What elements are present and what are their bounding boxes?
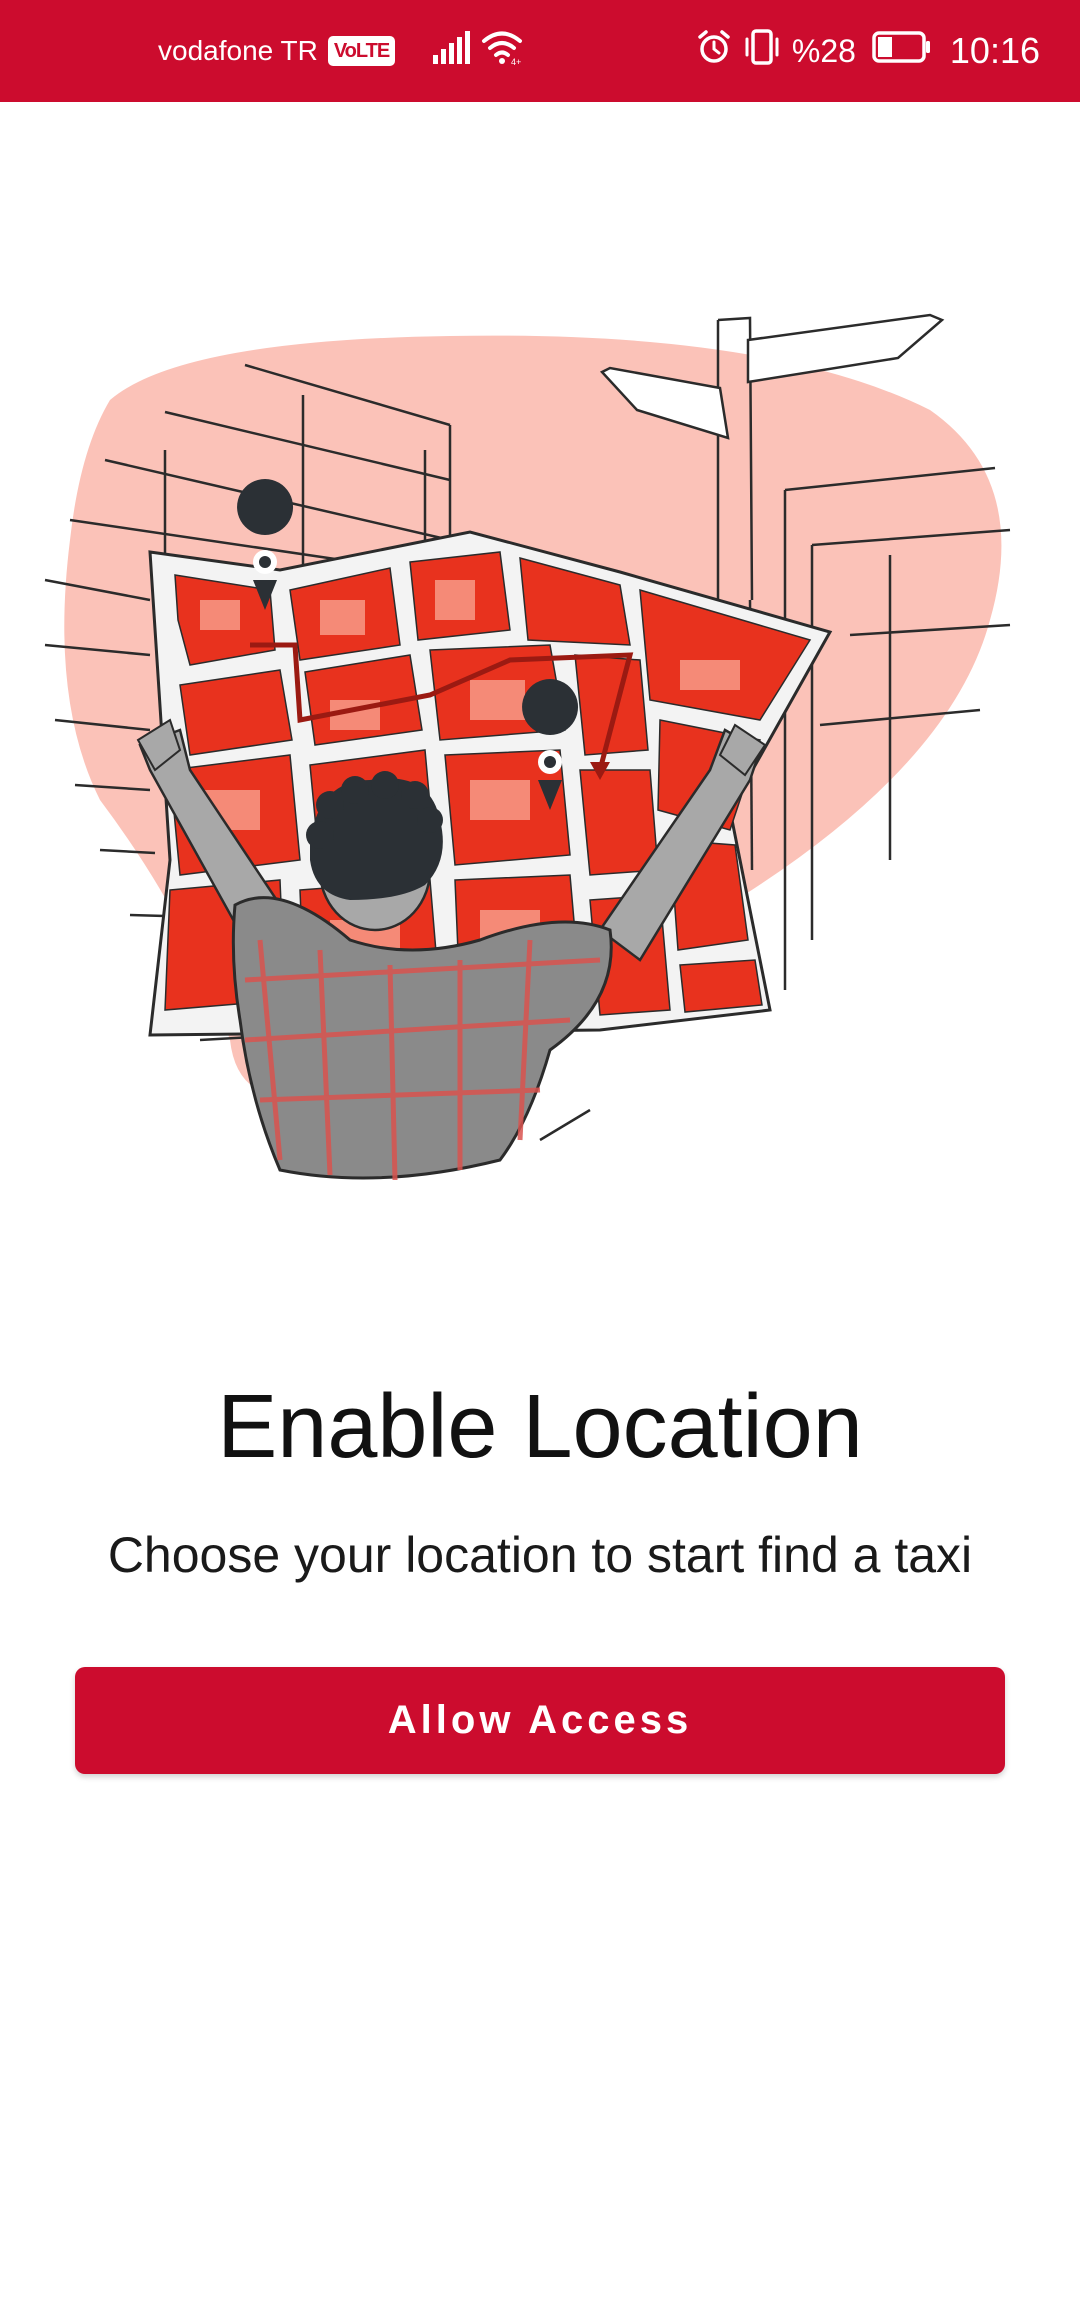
svg-text:4+: 4+ xyxy=(511,57,521,66)
battery-percent: %28 xyxy=(791,32,856,69)
clock: 10:16 xyxy=(949,30,1040,71)
allow-access-button[interactable]: Allow Access xyxy=(75,1667,1005,1774)
volte-badge: VoLTE xyxy=(327,36,396,66)
person-holding-map-illustration xyxy=(30,300,1030,1200)
carrier-name: vodafone TR xyxy=(158,35,318,66)
vibrate-icon xyxy=(742,28,782,74)
alarm-icon xyxy=(696,29,732,74)
status-bar: vodafone TR VoLTE 4+ %28 10:16 xyxy=(0,0,1080,102)
status-right: %28 10:16 xyxy=(696,0,1040,102)
wifi-icon: 4+ xyxy=(481,30,523,73)
page-title: Enable Location xyxy=(217,1377,863,1477)
signal-icon xyxy=(431,30,471,72)
battery-icon xyxy=(872,30,932,72)
page-subtitle: Choose your location to start find a tax… xyxy=(107,1527,973,1583)
status-left: vodafone TR VoLTE 4+ xyxy=(158,0,523,102)
